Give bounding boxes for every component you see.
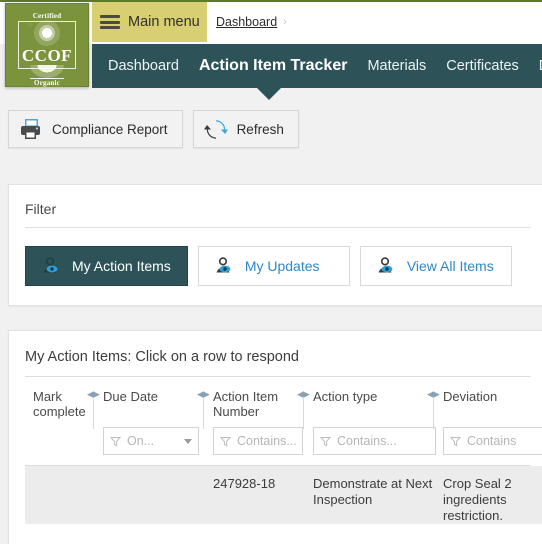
filter-my-updates-label: My Updates bbox=[244, 258, 320, 274]
funnel-icon bbox=[110, 436, 121, 447]
column-header-mark-complete[interactable]: Mark complete bbox=[25, 389, 95, 419]
nav-item-action-item-tracker[interactable]: Action Item Tracker bbox=[199, 57, 348, 75]
action-toolbar: Compliance Report Refresh bbox=[8, 110, 299, 148]
nav-item-certificates[interactable]: Certificates bbox=[446, 58, 519, 74]
filter-my-action-items-button[interactable]: My Action Items bbox=[25, 246, 188, 286]
hamburger-icon bbox=[100, 15, 120, 29]
filter-input-due-date[interactable]: On... bbox=[103, 427, 199, 455]
filter-cell-action-type: Contains... bbox=[305, 427, 436, 455]
filter-input-deviation[interactable]: Contains bbox=[443, 427, 542, 455]
nav-item-materials[interactable]: Materials bbox=[367, 58, 426, 74]
filter-input-action-type-placeholder: Contains... bbox=[337, 434, 397, 448]
filter-input-action-item-number-placeholder: Contains... bbox=[237, 434, 297, 448]
column-divider bbox=[93, 397, 94, 429]
filter-cell-due-date: On... bbox=[95, 427, 205, 455]
filter-cell-mark-complete bbox=[25, 427, 95, 455]
main-menu-button[interactable]: Main menu bbox=[92, 2, 207, 42]
breadcrumb-item-dashboard[interactable]: Dashboard bbox=[216, 15, 277, 29]
action-items-panel: My Action Items: Click on a row to respo… bbox=[8, 330, 542, 544]
cell-due-date bbox=[95, 476, 205, 524]
sun-icon bbox=[33, 20, 60, 46]
filter-my-updates-button[interactable]: My Updates bbox=[197, 246, 350, 286]
filter-cell-deviation: Contains bbox=[435, 427, 542, 455]
column-header-due-date[interactable]: ◀▶ Due Date bbox=[87, 389, 205, 429]
column-header-mark-complete-label: Mark complete bbox=[33, 389, 86, 419]
primary-nav: Dashboard Action Item Tracker Materials … bbox=[92, 44, 542, 88]
filter-input-action-type[interactable]: Contains... bbox=[313, 427, 436, 455]
filter-view-all-items-button[interactable]: View All Items bbox=[359, 246, 512, 286]
cell-action-type: Demonstrate at Next Inspection bbox=[313, 476, 433, 507]
cell-deviation: Crop Seal 2 ingredients restriction. bbox=[443, 476, 512, 523]
refresh-icon bbox=[203, 118, 228, 141]
logo-certified-text: Certified bbox=[29, 12, 65, 20]
compliance-report-label: Compliance Report bbox=[52, 121, 168, 137]
cell-mark-complete[interactable] bbox=[25, 476, 95, 524]
funnel-icon bbox=[450, 436, 461, 447]
person-eye-icon bbox=[42, 257, 62, 275]
printer-icon bbox=[19, 118, 43, 140]
breadcrumb-separator-icon: › bbox=[283, 16, 287, 28]
table-filter-row: On... Contains... Contains... Contains bbox=[9, 419, 542, 455]
person-eye-icon bbox=[377, 257, 397, 275]
table-row[interactable]: 247928-18 Demonstrate at Next Inspection… bbox=[25, 466, 542, 524]
filter-my-action-items-label: My Action Items bbox=[72, 258, 171, 274]
table-header-row: Mark complete ◀▶ Due Date ◀▶ Action Item… bbox=[9, 377, 542, 429]
filter-input-action-item-number[interactable]: Contains... bbox=[213, 427, 303, 455]
breadcrumb: Dashboard › bbox=[216, 2, 287, 42]
active-tab-pointer-icon bbox=[257, 88, 281, 100]
cell-action-item-number: 247928-18 bbox=[213, 476, 276, 491]
column-divider bbox=[203, 397, 204, 429]
refresh-button[interactable]: Refresh bbox=[192, 110, 299, 148]
filter-panel-title: Filter bbox=[25, 201, 57, 217]
filter-input-due-date-placeholder: On... bbox=[127, 434, 155, 448]
ccof-logo: Certified CCOF Organic bbox=[5, 3, 89, 87]
column-header-action-type[interactable]: ◀▶ Action type bbox=[297, 389, 435, 429]
column-header-deviation-label: Deviation bbox=[443, 389, 498, 404]
refresh-label: Refresh bbox=[236, 121, 284, 137]
logo-organic-text: Organic bbox=[31, 79, 63, 87]
main-menu-label: Main menu bbox=[128, 14, 200, 30]
filter-button-group: My Action Items My Updates View All Item… bbox=[9, 228, 542, 286]
roots-icon bbox=[29, 65, 64, 79]
column-divider bbox=[433, 397, 434, 429]
funnel-icon bbox=[320, 436, 331, 447]
column-header-deviation[interactable]: ◀▶ Deviation bbox=[427, 389, 542, 429]
person-eye-icon bbox=[215, 257, 235, 275]
compliance-report-button[interactable]: Compliance Report bbox=[8, 110, 183, 148]
page-root: Main menu Dashboard › Dashboard Action I… bbox=[0, 0, 542, 544]
funnel-icon bbox=[220, 436, 231, 447]
nav-item-dashboard[interactable]: Dashboard bbox=[108, 58, 179, 74]
column-header-action-type-label: Action type bbox=[313, 389, 378, 404]
logo-brand-text: CCOF bbox=[21, 46, 73, 65]
filter-view-all-items-label: View All Items bbox=[406, 258, 494, 274]
column-header-action-item-number-label: Action Item Number bbox=[213, 389, 279, 419]
column-header-action-item-number[interactable]: ◀▶ Action Item Number bbox=[197, 389, 305, 429]
filter-panel: Filter My Action Items My Updates View A… bbox=[8, 184, 542, 306]
action-items-title: My Action Items: Click on a row to respo… bbox=[25, 349, 299, 365]
chevron-down-icon[interactable] bbox=[184, 438, 192, 444]
filter-cell-action-item-number: Contains... bbox=[205, 427, 305, 455]
column-header-due-date-label: Due Date bbox=[103, 389, 158, 404]
column-divider bbox=[303, 397, 304, 429]
filter-input-deviation-placeholder: Contains bbox=[467, 434, 517, 448]
